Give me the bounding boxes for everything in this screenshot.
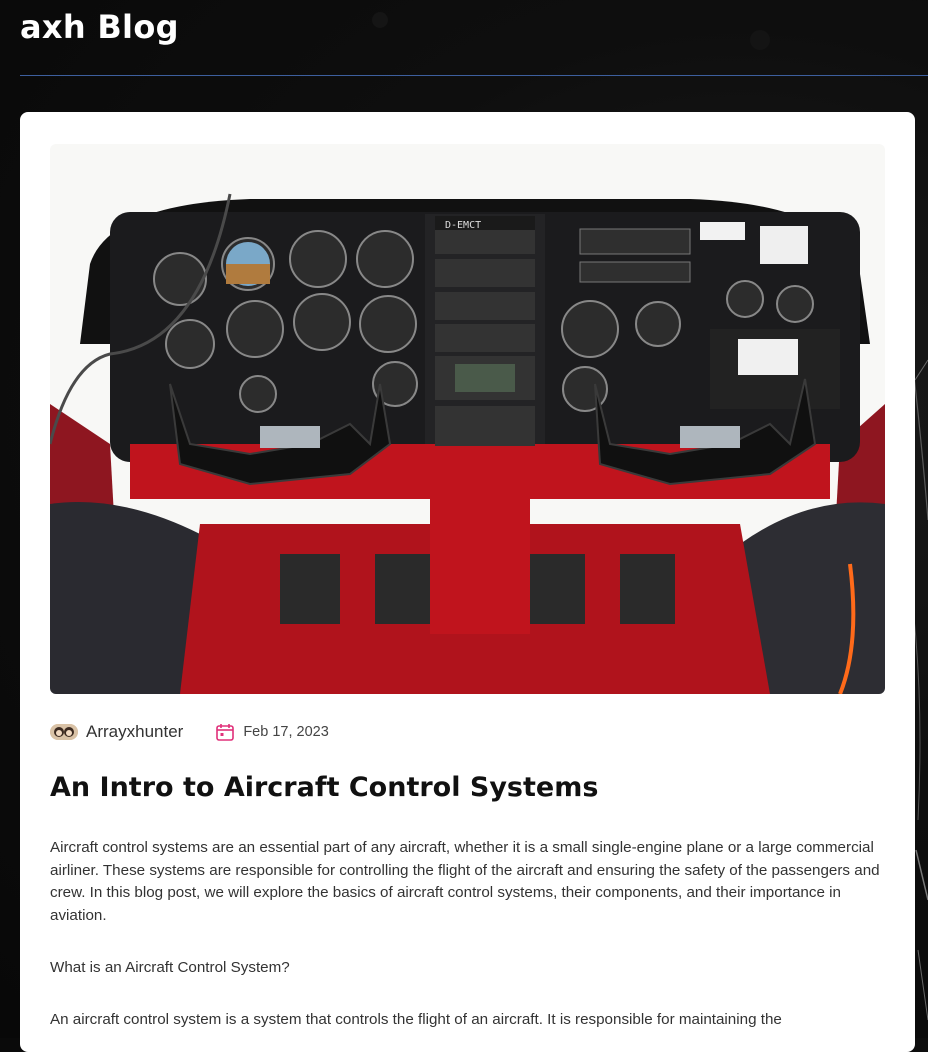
panel-registration-label: D-EMCT — [445, 220, 481, 231]
post-hero-image[interactable]: D-EMCT — [50, 144, 885, 694]
cockpit-illustration: D-EMCT — [50, 144, 885, 694]
post-paragraph-intro: Aircraft control systems are an essentia… — [50, 839, 880, 924]
post-subheading: What is an Aircraft Control System? — [50, 959, 290, 976]
post-title: An Intro to Aircraft Control Systems — [50, 772, 599, 803]
post-meta: Arrayxhunter Feb 17, 2023 — [50, 720, 329, 744]
post-date: Feb 17, 2023 — [243, 724, 329, 740]
calendar-icon — [216, 724, 235, 741]
site-title[interactable]: axh Blog — [20, 8, 179, 46]
author-avatar[interactable] — [50, 724, 78, 740]
author-name[interactable]: Arrayxhunter — [86, 722, 183, 742]
header-divider — [20, 75, 928, 76]
blog-post-card: D-EMCT Arrayxhunter Feb 17, 2023 An Intr… — [20, 112, 915, 1052]
post-paragraph-definition: An aircraft control system is a system t… — [50, 1011, 782, 1028]
